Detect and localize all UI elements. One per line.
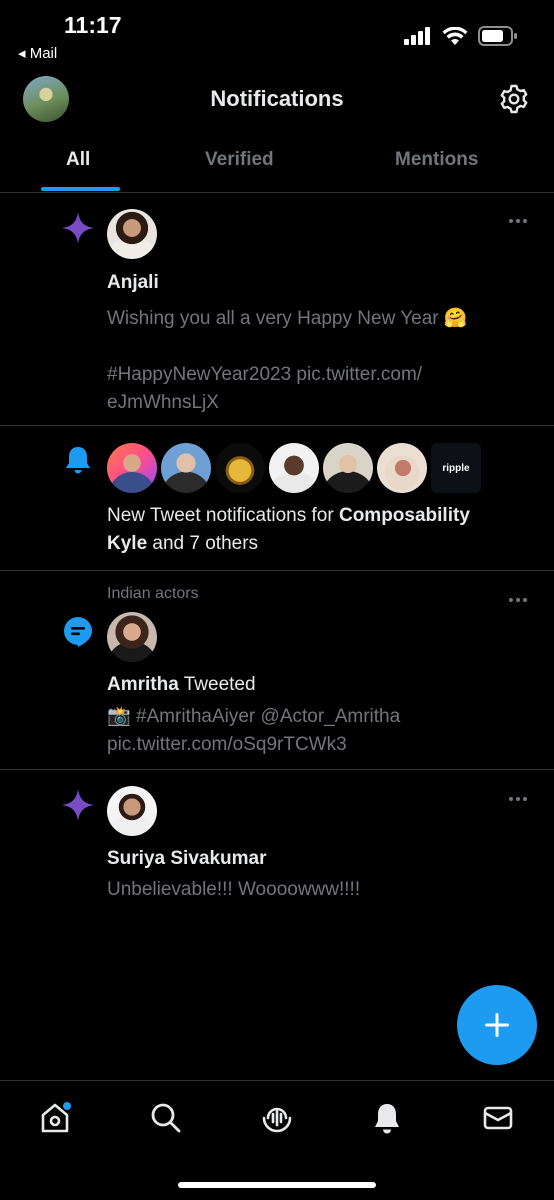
active-tab-indicator	[41, 187, 120, 191]
tweet-text: Wishing you all a very Happy New Year 🤗 …	[107, 305, 526, 417]
author-line: Amritha Tweeted	[107, 674, 256, 696]
back-to-mail-link[interactable]: ◂ Mail	[18, 44, 57, 62]
avatar[interactable]	[107, 443, 157, 493]
author-name[interactable]: Suriya Sivakumar	[107, 848, 266, 870]
clock: 11:17	[64, 12, 122, 38]
mail-icon[interactable]	[481, 1101, 515, 1135]
battery-icon	[478, 26, 517, 46]
tweet-text: Unbelievable!!! Woooowww!!!!	[107, 879, 361, 900]
spaces-icon[interactable]	[260, 1101, 294, 1135]
bell-icon	[66, 447, 90, 474]
settings-gear-icon[interactable]	[498, 83, 530, 115]
avatar[interactable]	[215, 443, 265, 493]
notification-tabs: All Verified Mentions	[0, 135, 554, 193]
avatar[interactable]	[161, 443, 211, 493]
avatar[interactable]	[107, 786, 157, 836]
author-name[interactable]: Amritha	[107, 674, 179, 695]
status-bar: 11:17 ◂ Mail	[0, 0, 554, 70]
search-icon[interactable]	[149, 1101, 183, 1135]
topic-context: Indian actors	[107, 585, 199, 602]
ripple-logo-text: ripple	[442, 462, 470, 474]
home-indicator	[178, 1182, 376, 1188]
tweet-text-line: Wishing you all a very Happy New Year 🤗	[107, 308, 468, 329]
avatar[interactable]	[323, 443, 373, 493]
author-name[interactable]: Anjali	[107, 272, 159, 294]
tweet-text: 📸 #AmrithaAiyer @Actor_Amritha pic.twitt…	[107, 703, 526, 759]
tweet-text-line: #HappyNewYear2023 pic.twitter.com/	[107, 364, 423, 385]
page-title: Notifications	[210, 86, 344, 111]
notification-text: New Tweet notifications for Composabilit…	[107, 502, 526, 558]
ripple-logo-avatar[interactable]: ripple	[431, 443, 481, 493]
compose-tweet-button[interactable]	[457, 985, 537, 1065]
more-options-icon[interactable]	[508, 597, 528, 603]
notification-item[interactable]: Indian actors Amritha Tweeted 📸 #Amritha…	[0, 571, 554, 770]
notifications-bell-icon[interactable]	[370, 1101, 404, 1135]
tweet-text-line: pic.twitter.com/oSq9rTCWk3	[107, 734, 347, 755]
avatar[interactable]	[107, 612, 157, 662]
avatar[interactable]	[107, 209, 157, 259]
wifi-icon	[442, 26, 468, 45]
account-name[interactable]: Kyle	[107, 533, 147, 554]
cellular-signal-icon	[404, 27, 430, 45]
sparkle-icon	[62, 789, 94, 821]
notification-text-suffix: and 7 others	[147, 533, 259, 554]
sparkle-icon	[62, 212, 94, 244]
avatar[interactable]	[377, 443, 427, 493]
notification-item[interactable]: Suriya Sivakumar Unbelievable!!! Wooooww…	[0, 770, 554, 920]
account-name[interactable]: Composability	[339, 505, 470, 526]
home-icon[interactable]	[38, 1101, 72, 1135]
action-text: Tweeted	[178, 674, 256, 695]
plus-icon	[485, 1013, 509, 1037]
system-icons	[404, 26, 518, 46]
more-options-icon[interactable]	[508, 218, 528, 224]
app-header: Notifications	[0, 70, 554, 130]
more-options-icon[interactable]	[508, 796, 528, 802]
tweet-text-line: 📸 #AmrithaAiyer @Actor_Amritha	[107, 706, 401, 727]
notification-item[interactable]: Anjali Wishing you all a very Happy New …	[0, 193, 554, 426]
tab-all[interactable]: All	[66, 149, 90, 171]
notification-item[interactable]: ripple New Tweet notifications for Compo…	[0, 426, 554, 571]
tweet-text-line: eJmWhnsLjX	[107, 392, 219, 413]
tab-mentions[interactable]: Mentions	[395, 149, 478, 171]
topic-bubble-icon	[64, 617, 92, 647]
notification-text-prefix: New Tweet notifications for	[107, 505, 339, 526]
tab-verified[interactable]: Verified	[205, 149, 274, 171]
avatar-row: ripple	[107, 443, 481, 493]
avatar[interactable]	[269, 443, 319, 493]
